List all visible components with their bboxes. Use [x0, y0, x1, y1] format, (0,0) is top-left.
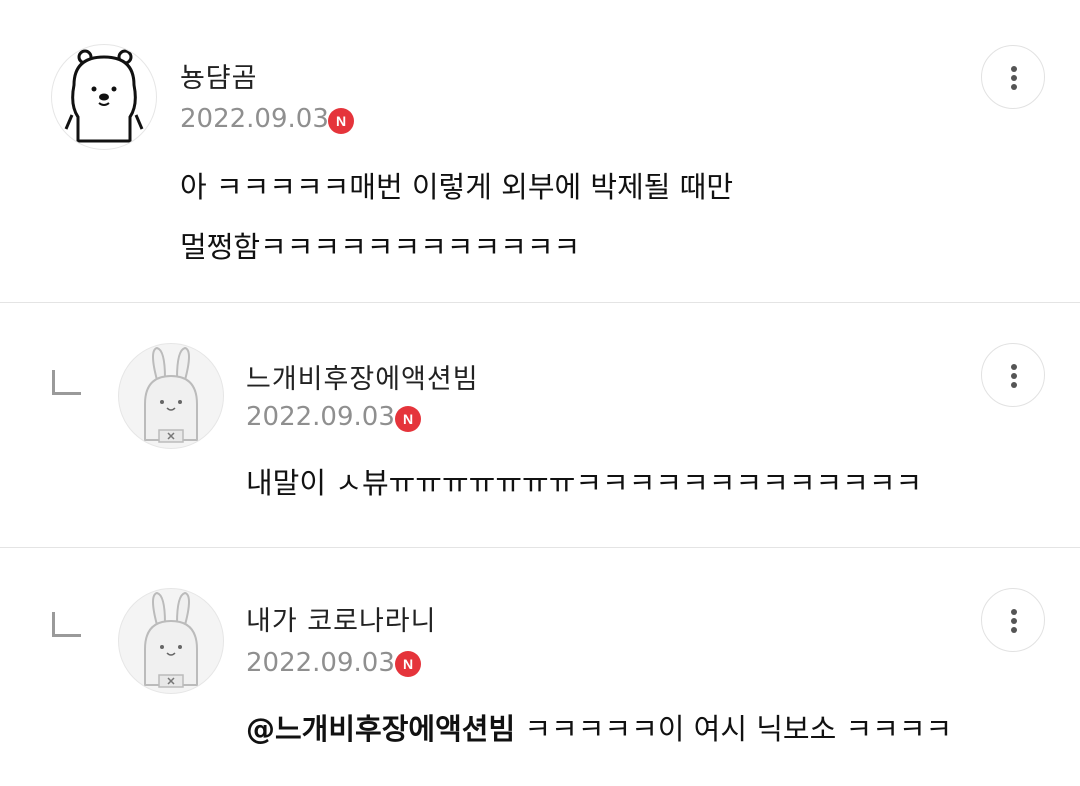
new-badge: N — [395, 406, 421, 432]
nickname[interactable]: 느개비후장에액션빔 — [246, 357, 479, 396]
more-dot-icon — [1011, 75, 1017, 81]
rabbit-avatar-icon — [144, 591, 198, 688]
more-dot-icon — [1011, 609, 1017, 615]
more-options-button[interactable] — [981, 45, 1045, 109]
more-dot-icon — [1011, 364, 1017, 370]
comment-item: 뇽댬곰 2022.09.03 N 아 ㅋㅋㅋㅋㅋ매번 이렇게 외부에 박제될 때… — [0, 0, 1080, 303]
new-badge: N — [328, 108, 354, 134]
avatar[interactable] — [118, 588, 224, 694]
nickname[interactable]: 뇽댬곰 — [180, 56, 258, 95]
more-dot-icon — [1011, 84, 1017, 90]
more-dot-icon — [1011, 373, 1017, 379]
comment-date: 2022.09.03 — [246, 402, 395, 432]
reply-item: 느개비후장에액션빔 2022.09.03 N 내말이 ㅅ뷰ㅠㅠㅠㅠㅠㅠㅠㅋㅋㅋㅋ… — [0, 303, 1080, 548]
more-dot-icon — [1011, 66, 1017, 72]
comment-text: @느개비후장에액션빔 ㅋㅋㅋㅋㅋ이 여시 닉보소 ㅋㅋㅋㅋ — [246, 699, 952, 759]
reply-arrow-icon — [52, 612, 81, 637]
comment-text: 내말이 ㅅ뷰ㅠㅠㅠㅠㅠㅠㅠㅋㅋㅋㅋㅋㅋㅋㅋㅋㅋㅋㅋㅋ — [246, 466, 923, 500]
comment-text: 아 ㅋㅋㅋㅋㅋ매번 이렇게 외부에 박제될 때만 멀쩡함ㅋㅋㅋㅋㅋㅋㅋㅋㅋㅋㅋㅋ — [180, 170, 734, 264]
avatar[interactable] — [118, 343, 224, 449]
reply-arrow-icon — [52, 370, 81, 395]
comment-text-body: ㅋㅋㅋㅋㅋ이 여시 닉보소 ㅋㅋㅋㅋ — [515, 712, 953, 746]
more-dot-icon — [1011, 627, 1017, 633]
rabbit-avatar-icon — [144, 346, 198, 443]
more-dot-icon — [1011, 618, 1017, 624]
more-options-button[interactable] — [981, 343, 1045, 407]
avatar[interactable] — [51, 44, 157, 150]
nickname[interactable]: 내가 코로나라니 — [246, 599, 436, 638]
comment-date: 2022.09.03 — [246, 648, 395, 678]
more-dot-icon — [1011, 382, 1017, 388]
bear-avatar-icon — [64, 49, 144, 143]
mention-link[interactable]: @느개비후장에액션빔 — [246, 712, 515, 746]
more-options-button[interactable] — [981, 588, 1045, 652]
reply-item: 내가 코로나라니 2022.09.03 N @느개비후장에액션빔 ㅋㅋㅋㅋㅋ이 … — [0, 548, 1080, 786]
new-badge: N — [395, 651, 421, 677]
comment-date: 2022.09.03 — [180, 104, 329, 134]
